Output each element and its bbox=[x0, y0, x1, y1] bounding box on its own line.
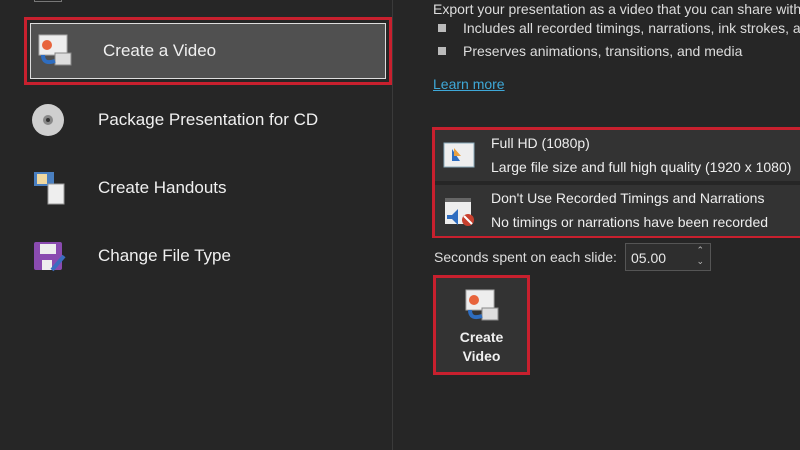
quality-dropdown[interactable]: Full HD (1080p) Large file size and full… bbox=[435, 130, 800, 181]
video-options: Full HD (1080p) Large file size and full… bbox=[432, 127, 800, 238]
save-as-icon bbox=[32, 238, 68, 274]
seconds-label: Seconds spent on each slide: bbox=[434, 249, 617, 265]
seconds-value[interactable]: 05.00 bbox=[631, 250, 666, 266]
sidebar-item-change-file-type[interactable]: Change File Type bbox=[24, 222, 392, 290]
quality-title: Full HD (1080p) bbox=[491, 135, 590, 151]
sidebar-item-label: Change File Type bbox=[98, 246, 231, 265]
handouts-icon bbox=[32, 170, 68, 206]
bullet-text: Includes all recorded timings, narration… bbox=[463, 20, 800, 36]
create-video-label: Create bbox=[459, 329, 504, 345]
bullet-text: Preserves animations, transitions, and m… bbox=[463, 43, 743, 59]
create-video-icon bbox=[37, 33, 73, 69]
chevron-down-icon[interactable]: ⌄ bbox=[696, 256, 704, 267]
quality-subtitle: Large file size and full high quality (1… bbox=[491, 159, 792, 175]
presentation-quality-icon bbox=[443, 140, 475, 170]
create-video-label: Video bbox=[462, 348, 501, 364]
sidebar-item-label: Create a Video bbox=[103, 41, 217, 60]
bullet-icon bbox=[438, 47, 446, 55]
timings-title: Don't Use Recorded Timings and Narration… bbox=[491, 190, 765, 206]
sidebar-item-create-video[interactable]: Create a Video bbox=[24, 17, 392, 85]
panel-divider bbox=[392, 0, 393, 450]
create-video-button[interactable]: Create Video bbox=[433, 275, 530, 375]
timings-dropdown[interactable]: Don't Use Recorded Timings and Narration… bbox=[435, 185, 800, 236]
sidebar-item-label: Package Presentation for CD bbox=[98, 110, 319, 129]
description-text: Export your presentation as a video that… bbox=[433, 1, 800, 17]
sidebar-item-label: Create Handouts bbox=[98, 178, 227, 197]
timings-subtitle: No timings or narrations have been recor… bbox=[491, 214, 769, 230]
cd-icon bbox=[32, 102, 68, 138]
sidebar-item-create-handouts[interactable]: Create Handouts bbox=[24, 154, 392, 222]
previous-item-icon bbox=[34, 0, 62, 2]
learn-more-link[interactable]: Learn more bbox=[433, 76, 505, 92]
bullet-icon bbox=[438, 24, 446, 32]
seconds-spinner[interactable]: 05.00 ⌃ ⌄ bbox=[625, 243, 711, 271]
sidebar-item-package-cd[interactable]: Package Presentation for CD bbox=[24, 86, 392, 154]
create-video-icon bbox=[464, 288, 500, 324]
chevron-up-icon[interactable]: ⌃ bbox=[696, 245, 704, 256]
no-narration-icon bbox=[443, 195, 475, 226]
